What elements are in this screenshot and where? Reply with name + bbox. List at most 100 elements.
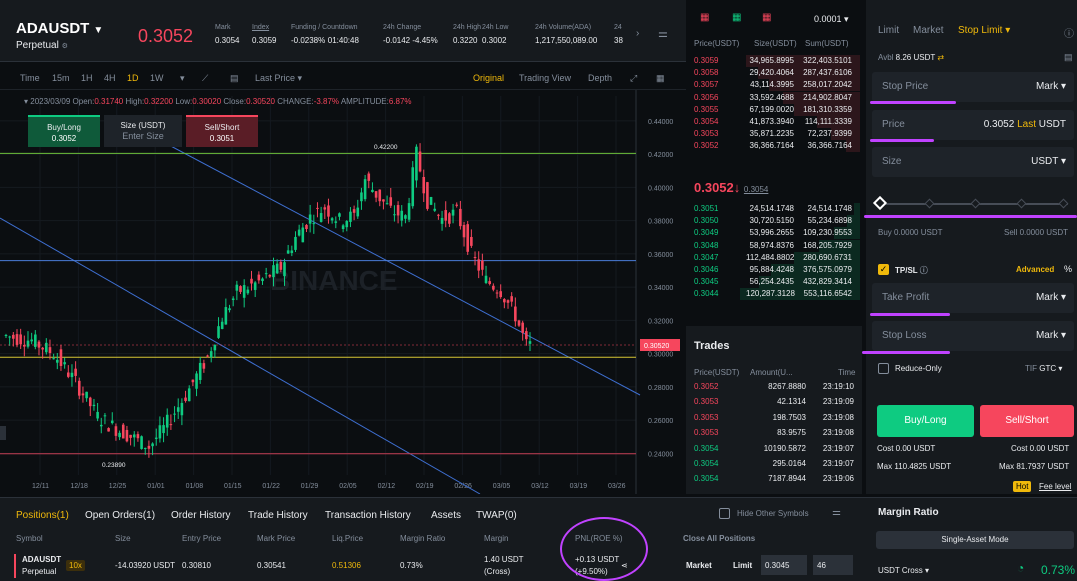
tab-limit[interactable]: Limit [878, 25, 899, 36]
tab-trade-history[interactable]: Trade History [248, 510, 308, 521]
bid-sum: 432,829.3414 [803, 277, 852, 287]
price-input[interactable]: Price 0.3052 Last USDT [872, 110, 1074, 140]
ask-row[interactable]: 0.3053 35,871.2235 72,237.9399 [690, 128, 860, 141]
candle-up [356, 207, 360, 217]
symbol-selector[interactable]: ADAUSDT ▼ [16, 20, 103, 37]
quick-size-input[interactable]: Size (USDT) Enter Size [104, 115, 182, 147]
close-market-button[interactable]: Market [686, 561, 712, 570]
view-tradingview[interactable]: Trading View [519, 73, 571, 83]
tab-assets[interactable]: Assets [431, 510, 461, 521]
close-price-input[interactable]: 0.3045 [761, 555, 807, 575]
ask-row[interactable]: 0.3052 36,366.7164 36,366.7164 [690, 140, 860, 153]
close-qty-input[interactable]: 46 [813, 555, 853, 575]
interval-1w[interactable]: 1W [150, 73, 164, 83]
tab-stop-limit[interactable]: Stop Limit ▾ [958, 25, 1010, 36]
buy-long-button[interactable]: Buy/Long [877, 405, 974, 437]
tif-value: GTC ▾ [1039, 364, 1063, 373]
ask-row[interactable]: 0.3057 43,114.3995 258,017.2042 [690, 79, 860, 92]
ask-row[interactable]: 0.3058 29,420.4064 287,437.6106 [690, 67, 860, 80]
stop-price-type-select[interactable]: Mark ▾ [1036, 81, 1066, 92]
size-unit-select[interactable]: USDT ▾ [1031, 156, 1066, 167]
book-view-asks-icon[interactable]: ▦ [762, 12, 771, 23]
price-type-select[interactable]: Last Price ▾ [255, 73, 302, 84]
bid-row[interactable]: 0.3048 58,974.8376 168,205.7929 [690, 239, 860, 252]
percent-toggle-icon[interactable]: % [1064, 264, 1072, 274]
grid-layout-icon[interactable]: ▦ [656, 73, 665, 84]
price-chart[interactable]: 0.44000 0.42000 0.40000 0.38000 0.36000 0.340… [0, 90, 686, 495]
indicator-icon[interactable]: ⟋ [202, 73, 208, 84]
reduce-only-label: Reduce-Only [895, 364, 942, 373]
bid-row[interactable]: 0.3045 56,254.2435 432,829.3414 [690, 276, 860, 289]
stat-index[interactable]: Index 0.3059 [252, 24, 276, 45]
calculator-icon[interactable]: ▤ [1064, 52, 1073, 63]
tab-market[interactable]: Market [913, 25, 944, 36]
interval-15m[interactable]: 15m [52, 73, 70, 83]
ask-row[interactable]: 0.3056 33,592.4688 214,902.8047 [690, 91, 860, 104]
collapse-icon[interactable]: ▾ [24, 97, 28, 106]
expand-icon[interactable]: ⤢ [630, 73, 637, 84]
bid-row[interactable]: 0.3047 112,484.8802 280,690.6731 [690, 251, 860, 264]
bid-row[interactable]: 0.3051 24,514.1748 24,514.1748 [690, 203, 860, 215]
interval-1h[interactable]: 1H [81, 73, 93, 83]
stop-loss-type-select[interactable]: Mark ▾ [1036, 330, 1066, 341]
asset-mode-button[interactable]: Single-Asset Mode [876, 531, 1074, 549]
bid-row[interactable]: 0.3050 30,720.5150 55,234.6898 [690, 215, 860, 228]
sell-short-button[interactable]: Sell/Short [980, 405, 1074, 437]
candle-down [48, 347, 52, 354]
candle-up [30, 339, 33, 342]
tab-positions[interactable]: Positions(1) [16, 510, 69, 521]
ask-row[interactable]: 0.3059 34,965.8995 322,403.5101 [690, 55, 860, 67]
book-view-bids-icon[interactable]: ▦ [732, 12, 741, 23]
settings-sliders-icon[interactable]: ⚌ [658, 27, 668, 40]
info-icon[interactable]: ⓘ [920, 266, 928, 275]
tif-select[interactable]: TIF GTC ▾ [1025, 364, 1062, 373]
advanced-link[interactable]: Advanced [1016, 265, 1054, 274]
transfer-icon[interactable]: ⇄ [937, 53, 944, 62]
take-profit-input[interactable]: Take Profit Mark ▾ [872, 283, 1074, 313]
margin-account-select[interactable]: USDT Cross ▾ [878, 566, 929, 575]
trade-amount: 42.1314 [777, 397, 806, 407]
tab-twap[interactable]: TWAP(0) [476, 510, 517, 521]
bid-row[interactable]: 0.3044 120,287.3128 553,116.6542 [690, 288, 860, 301]
chevron-right-icon[interactable]: › [636, 28, 639, 39]
candle-up [341, 225, 345, 230]
tick-size-select[interactable]: 0.0001 ▾ [814, 14, 849, 25]
info-icon[interactable]: ⓘ [1064, 25, 1074, 40]
bid-sum: 109,230.9553 [803, 228, 852, 238]
book-view-both-icon[interactable]: ▦ [700, 12, 709, 23]
depth-bar [854, 203, 860, 215]
tpsl-checkbox[interactable]: ✓ [878, 264, 889, 275]
hide-other-symbols-checkbox[interactable] [719, 508, 730, 519]
bid-row[interactable]: 0.3049 53,996.2655 109,230.9553 [690, 227, 860, 240]
tab-transaction-history[interactable]: Transaction History [325, 510, 411, 521]
fee-level-link[interactable]: Fee level [1039, 482, 1071, 491]
quick-buy-button[interactable]: Buy/Long 0.3052 [28, 115, 100, 147]
size-input[interactable]: Size USDT ▾ [872, 147, 1074, 177]
tab-open-orders[interactable]: Open Orders(1) [85, 510, 155, 521]
interval-time[interactable]: Time [20, 73, 40, 83]
take-profit-type-select[interactable]: Mark ▾ [1036, 292, 1066, 303]
last-price-tag[interactable]: Last [1017, 119, 1036, 130]
quick-sell-button[interactable]: Sell/Short 0.3051 [186, 115, 258, 147]
stop-loss-input[interactable]: Stop Loss Mark ▾ [872, 321, 1074, 351]
close-limit-button[interactable]: Limit [733, 561, 752, 570]
interval-1d[interactable]: 1D [127, 73, 139, 83]
candlestick-chart[interactable]: 0.44000 0.42000 0.40000 0.38000 0.36000 0.340… [0, 90, 686, 495]
filter-sliders-icon[interactable]: ⚌ [832, 507, 841, 518]
candle-down [316, 207, 319, 209]
view-original[interactable]: Original [473, 73, 504, 83]
reduce-only-checkbox[interactable] [878, 363, 889, 374]
ask-row[interactable]: 0.3054 41,873.3940 114,111.3339 [690, 116, 860, 128]
interval-4h[interactable]: 4H [104, 73, 116, 83]
close-all-positions-button[interactable]: Close All Positions [683, 534, 755, 543]
leverage-badge[interactable]: 10x [66, 560, 85, 571]
highlight-underline [870, 139, 934, 142]
ask-row[interactable]: 0.3055 67,199.0020 181,310.3359 [690, 103, 860, 116]
position-symbol[interactable]: ADAUSDT [22, 555, 61, 564]
chart-settings-icon[interactable]: ▤ [230, 73, 239, 84]
chevron-down-icon[interactable]: ▾ [180, 73, 185, 84]
view-depth[interactable]: Depth [588, 73, 612, 83]
stop-price-input[interactable]: Stop Price Mark ▾ [872, 72, 1074, 102]
bid-row[interactable]: 0.3046 95,884.4248 376,575.0979 [690, 264, 860, 276]
tab-order-history[interactable]: Order History [171, 510, 230, 521]
